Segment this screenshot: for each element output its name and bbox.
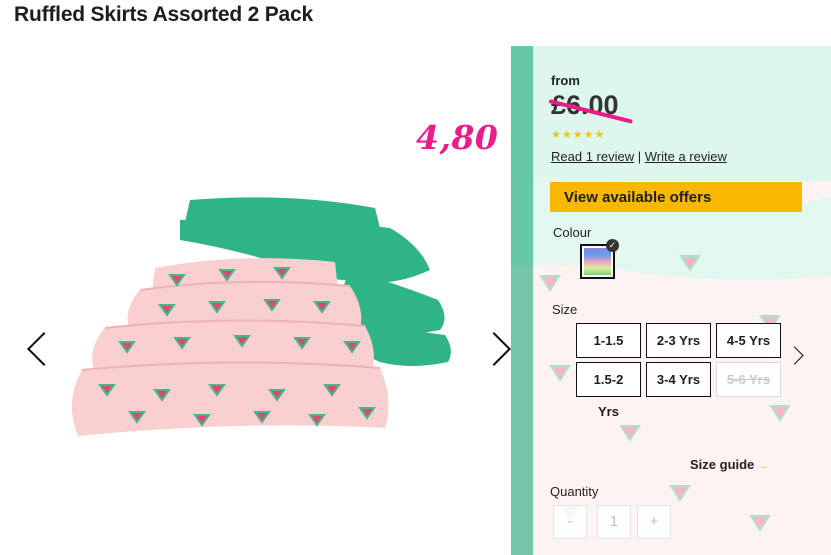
review-links: Read 1 review | Write a review [551, 149, 727, 164]
chevron-right-icon[interactable] [477, 332, 511, 366]
read-review-link[interactable]: Read 1 review [551, 149, 634, 164]
handwritten-price-annotation: 4,80 [416, 118, 499, 157]
size-option[interactable]: 1.5-2 Yrs [576, 362, 641, 419]
quantity-increment-button[interactable]: + [637, 505, 671, 539]
colour-swatch[interactable]: ✓ [580, 239, 619, 279]
size-option[interactable]: 3-4 Yrs [646, 362, 711, 397]
check-icon: ✓ [606, 239, 619, 252]
view-offers-button[interactable]: View available offers [550, 182, 802, 212]
size-option-unavailable: 5-6 Yrs [716, 362, 781, 397]
size-option[interactable]: 2-3 Yrs [646, 323, 711, 358]
swatch-fill [584, 248, 611, 275]
size-label: Size [552, 302, 578, 317]
page-title: Ruffled Skirts Assorted 2 Pack [14, 3, 313, 26]
arrow-right-icon: → [757, 460, 769, 472]
size-guide-link[interactable]: Size guide → [690, 457, 768, 472]
size-option[interactable]: 4-5 Yrs [716, 323, 781, 358]
pink-skirt [71, 258, 389, 436]
product-detail-panel: from £6.00 ★★★★★ Read 1 review | Write a… [511, 46, 831, 555]
quantity-label: Quantity [550, 484, 599, 499]
review-separator: | [637, 149, 642, 164]
quantity-decrement-button[interactable]: - [553, 505, 587, 539]
from-label: from [551, 73, 580, 88]
colour-label: Colour [553, 225, 592, 240]
size-option[interactable]: 1-1.5 Yrs [576, 323, 641, 380]
chevron-left-icon[interactable] [27, 332, 61, 366]
size-guide-label: Size guide [690, 457, 755, 472]
quantity-input[interactable]: 1 [597, 505, 631, 539]
product-image [71, 197, 451, 436]
chevron-right-icon[interactable] [785, 346, 804, 365]
rating-stars: ★★★★★ [551, 129, 606, 141]
write-review-link[interactable]: Write a review [645, 149, 727, 164]
